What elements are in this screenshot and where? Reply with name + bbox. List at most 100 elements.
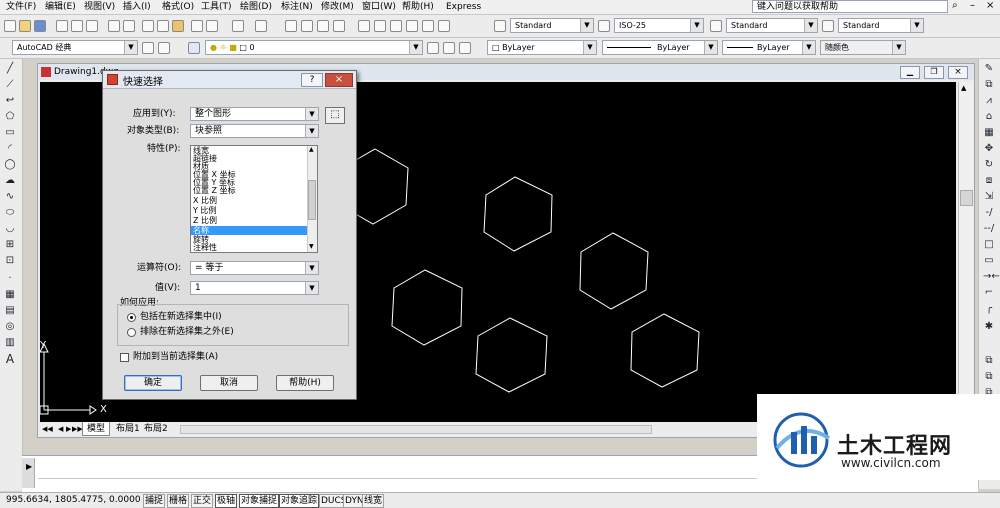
apply-to-select[interactable]: 整个图形 ▼ [190,107,319,121]
publish-icon[interactable] [86,20,98,32]
value-select[interactable]: 1 ▼ [190,281,319,295]
make-block-icon[interactable]: ⊡ [4,255,16,267]
append-checkbox[interactable] [120,353,129,362]
join-icon[interactable]: →← [983,271,1000,283]
tab-layout1[interactable]: 布局1 [112,422,144,436]
calculator-icon[interactable] [438,20,450,32]
cut-icon[interactable] [142,20,154,32]
menu-window[interactable]: 窗口(W) [362,1,396,13]
3d-dwf-icon[interactable] [108,20,120,32]
rectangle-icon[interactable]: ▭ [4,127,16,139]
extend-icon[interactable]: --/ [983,223,995,235]
workspace-settings-icon[interactable] [142,42,154,54]
print-icon[interactable] [56,20,68,32]
menu-edit[interactable]: 编辑(E) [45,1,76,13]
redo-icon[interactable] [255,20,267,32]
print-preview-icon[interactable] [71,20,83,32]
construction-line-icon[interactable]: ⟋ [4,79,16,91]
table-icon[interactable]: ▥ [4,337,16,349]
list-item[interactable]: Z 比例 [193,216,217,225]
publish-web-icon[interactable] [123,20,135,32]
horizontal-scrollbar[interactable] [180,425,652,434]
hexagon-shape[interactable] [475,317,548,393]
open-file-icon[interactable] [19,20,31,32]
circle-icon[interactable]: ◯ [4,159,16,171]
ellipse-arc-icon[interactable]: ◡ [4,223,16,235]
coordinate-readout[interactable]: 995.6634, 1805.4775, 0.0000 [6,493,141,507]
osnap-toggle[interactable]: 对象捕捉 [239,494,280,508]
menu-help[interactable]: 帮助(H) [402,1,434,13]
restore-icon[interactable]: ❐ [924,66,944,79]
cancel-button[interactable]: 取消 [200,375,258,391]
chevron-down-icon[interactable]: ▼ [580,19,593,32]
list-item-selected[interactable]: 名称 [191,226,310,235]
list-item[interactable]: 位置 Z 坐标 [193,186,236,195]
gradient-icon[interactable]: ▤ [4,305,16,317]
list-item[interactable]: 注释性 [193,243,217,252]
dialog-help-button[interactable]: ? [301,73,323,87]
menu-express[interactable]: Express [446,1,481,13]
list-item[interactable]: Y 比例 [193,206,216,215]
dim-style-select[interactable]: ISO-25 ▼ [614,18,704,33]
scale-icon[interactable]: ⧈ [983,175,995,187]
chamfer-icon[interactable]: ⌐ [983,287,995,299]
chevron-down-icon[interactable]: ▼ [802,41,815,54]
layer-select[interactable]: ● ☼ ■ □ 0 ▼ [205,40,423,55]
append-checkbox-label[interactable]: 附加到当前选择集(A) [133,351,218,364]
menu-view[interactable]: 视图(V) [84,1,115,13]
ortho-toggle[interactable]: 正交 [191,494,214,508]
multileader-style-select[interactable]: Standard ▼ [838,18,924,33]
polyline-icon[interactable]: ↩ [4,95,16,107]
text-style-select[interactable]: Standard ▼ [510,18,594,33]
menu-insert[interactable]: 插入(I) [123,1,151,13]
point-icon[interactable]: · [4,273,16,285]
ok-button[interactable]: 确定 [124,375,182,391]
stretch-icon[interactable]: ⇲ [983,191,995,203]
table-style-select[interactable]: Standard ▼ [726,18,818,33]
properties-listbox[interactable]: 线宽 超链接 材质 位置 X 坐标 位置 Y 坐标 位置 Z 坐标 X 比例 Y… [190,145,318,253]
search-icon[interactable]: ⌕ [952,0,958,11]
array-icon[interactable]: ▦ [983,127,995,139]
chevron-down-icon[interactable]: ▼ [690,19,703,32]
hexagon-shape[interactable] [483,176,553,252]
tab-nav-first-icon[interactable]: ◀◀ [42,422,53,436]
close-icon[interactable]: × [948,66,968,79]
chevron-down-icon[interactable]: ▼ [305,282,318,294]
scroll-up-icon[interactable]: ▲ [309,146,314,153]
chevron-down-icon[interactable]: ▼ [704,41,717,54]
block-editor-icon[interactable] [206,20,218,32]
chevron-down-icon[interactable]: ▼ [305,108,318,120]
minimize-icon[interactable]: ▁ [900,66,920,79]
make-current-layer-icon[interactable] [427,42,439,54]
help-search-input[interactable]: 键入问题以获取帮助 [752,0,948,13]
vertical-scrollbar[interactable]: ▲ [958,82,973,422]
lineweight-select[interactable]: ByLayer ▼ [722,40,816,55]
copy-object-icon[interactable]: ⧉ [983,79,995,91]
scroll-up-icon[interactable]: ▲ [961,84,966,92]
revision-cloud-icon[interactable]: ☁ [4,175,16,187]
list-item[interactable]: X 比例 [193,196,217,205]
chevron-down-icon[interactable]: ▼ [305,125,318,137]
menu-format[interactable]: 格式(O) [162,1,194,13]
break-icon[interactable]: ▭ [983,255,995,267]
match-properties-icon[interactable] [191,20,203,32]
spline-icon[interactable]: ∿ [4,191,16,203]
region-icon[interactable]: ◎ [4,321,16,333]
scroll-thumb[interactable] [960,190,973,206]
layer-states-icon[interactable] [459,42,471,54]
layer-manager-icon[interactable] [188,42,200,54]
save-icon[interactable] [34,20,46,32]
command-expand-icon[interactable]: ▶ [26,462,32,471]
properties-icon[interactable] [358,20,370,32]
bring-above-icon[interactable]: ⧉ [983,371,995,383]
hatch-icon[interactable]: ▦ [4,289,16,301]
tool-palettes-icon[interactable] [390,20,402,32]
move-icon[interactable]: ✥ [983,143,995,155]
workspace-save-icon[interactable] [158,42,170,54]
hexagon-shape[interactable] [630,313,700,388]
erase-icon[interactable]: ✎ [983,63,995,75]
pan-icon[interactable] [285,20,297,32]
minimize-icon[interactable]: – [970,0,975,11]
plotstyle-select[interactable]: 随颜色 ▼ [820,40,906,55]
chevron-down-icon[interactable]: ▼ [305,262,318,274]
